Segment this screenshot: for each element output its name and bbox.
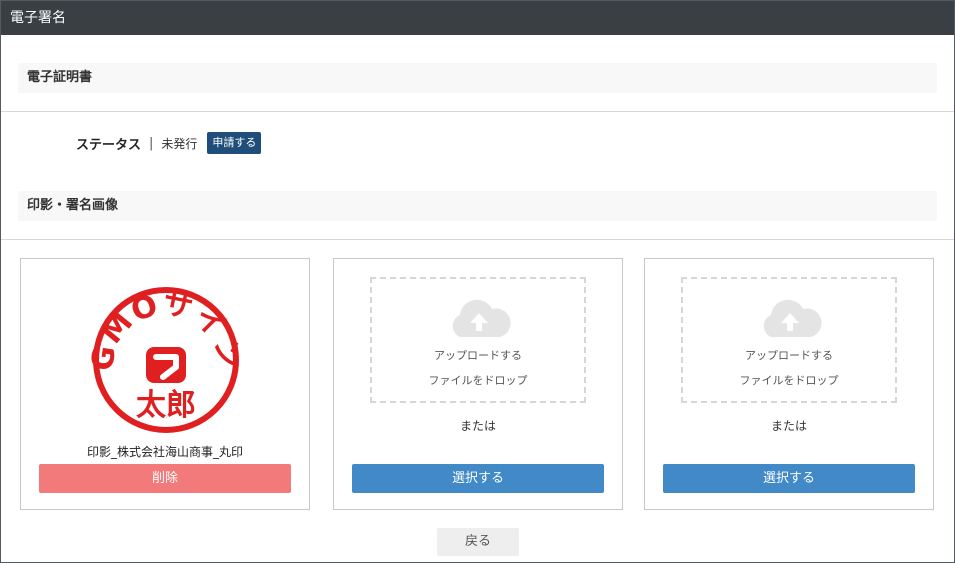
drop-zone[interactable]: アップロードする ファイルをドロップ [681,277,897,403]
drop-zone[interactable]: アップロードする ファイルをドロップ [370,277,586,403]
divider [1,111,954,112]
status-value: 未発行 [161,136,198,151]
or-text: または [459,419,496,433]
back-button[interactable]: 戻る [437,528,519,556]
upload-card: アップロードする ファイルをドロップ または 選択する [644,258,934,510]
select-file-button[interactable]: 選択する [663,464,915,493]
select-file-button[interactable]: 選択する [352,464,604,493]
status-separator: | [149,135,154,151]
cloud-upload-icon [452,299,511,337]
cloud-upload-icon [763,299,822,337]
stamp-caption: 印影_株式会社海山商事_丸印 [86,445,243,459]
upload-text: アップロードする [434,349,522,362]
stamp-seal-icon: GMOサイン 太郎 [85,286,246,433]
signature-dialog: 電子署名 電子証明書 ステータス | 未発行 申請する 印影・署名画像 GMOサ… [0,0,955,563]
stamp-image: GMOサイン 太郎 [85,285,246,435]
upload-card: アップロードする ファイルをドロップ または 選択する [333,258,623,510]
status-label: ステータス [76,137,142,153]
status-row: ステータス | 未発行 申請する [76,131,262,155]
drop-text: ファイルをドロップ [428,374,528,387]
stamp-card: GMOサイン 太郎 印影_株式会社海山商事_丸印 削除 [20,258,310,510]
divider [1,239,954,240]
stamps-section-title: 印影・署名画像 [18,191,937,221]
delete-button[interactable]: 削除 [39,464,291,493]
window-title: 電子署名 [1,1,954,35]
certificate-section-title: 電子証明書 [18,63,937,93]
upload-text: アップロードする [745,349,833,362]
drop-text: ファイルをドロップ [739,374,839,387]
apply-button[interactable]: 申請する [207,132,262,154]
or-text: または [770,419,807,433]
stamp-bottom-text: 太郎 [136,388,196,423]
